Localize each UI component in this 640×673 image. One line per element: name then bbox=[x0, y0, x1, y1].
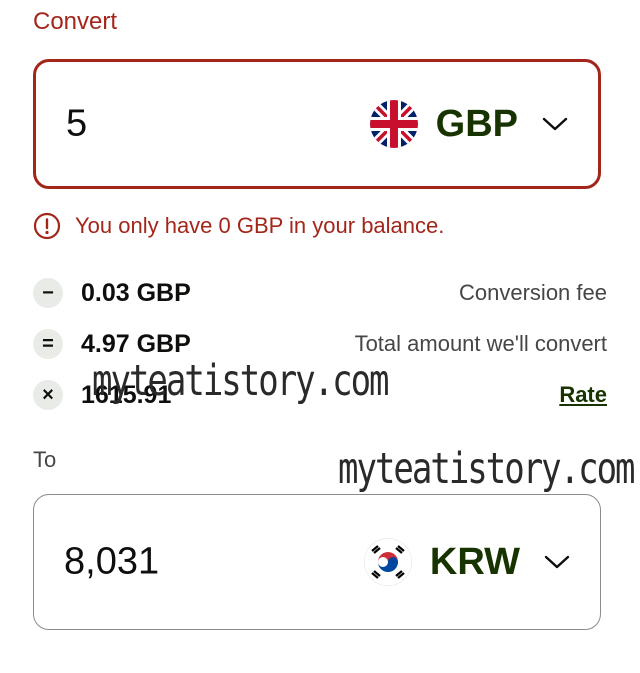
convert-label: Convert bbox=[33, 8, 118, 35]
chevron-down-icon bbox=[544, 555, 570, 569]
balance-error: You only have 0 GBP in your balance. bbox=[33, 212, 444, 240]
minus-icon: − bbox=[33, 278, 63, 308]
rate-link[interactable]: Rate bbox=[559, 382, 607, 408]
to-amount-input[interactable]: 8,031 bbox=[64, 541, 159, 584]
convert-amount-input[interactable]: 5 bbox=[66, 103, 87, 146]
watermark-text: myteatistory.com bbox=[338, 444, 636, 494]
chevron-down-icon bbox=[542, 117, 568, 131]
total-amount-label: Total amount we'll convert bbox=[354, 331, 607, 356]
balance-error-message: You only have 0 GBP in your balance. bbox=[75, 213, 445, 238]
convert-currency-selector[interactable]: GBP bbox=[369, 100, 568, 148]
conversion-fee-row: − 0.03 GBP Conversion fee bbox=[33, 275, 607, 311]
conversion-fee-value: 0.03 GBP bbox=[81, 278, 191, 307]
convert-amount-box[interactable]: 5 GBP bbox=[33, 59, 601, 189]
equals-icon: = bbox=[33, 329, 63, 359]
to-currency-code: KRW bbox=[429, 540, 520, 583]
alert-circle-icon bbox=[33, 212, 61, 240]
multiply-icon: × bbox=[33, 380, 63, 410]
watermark-text: myteatistory.com bbox=[92, 356, 390, 406]
convert-currency-code: GBP bbox=[435, 102, 518, 145]
to-label: To bbox=[33, 447, 57, 472]
to-amount-box[interactable]: 8,031 KRW bbox=[33, 494, 601, 630]
conversion-fee-label: Conversion fee bbox=[459, 280, 607, 305]
south-korea-flag-icon bbox=[363, 538, 412, 586]
to-currency-selector[interactable]: KRW bbox=[363, 538, 570, 586]
total-amount-value: 4.97 GBP bbox=[81, 329, 191, 358]
uk-flag-icon bbox=[369, 100, 418, 148]
